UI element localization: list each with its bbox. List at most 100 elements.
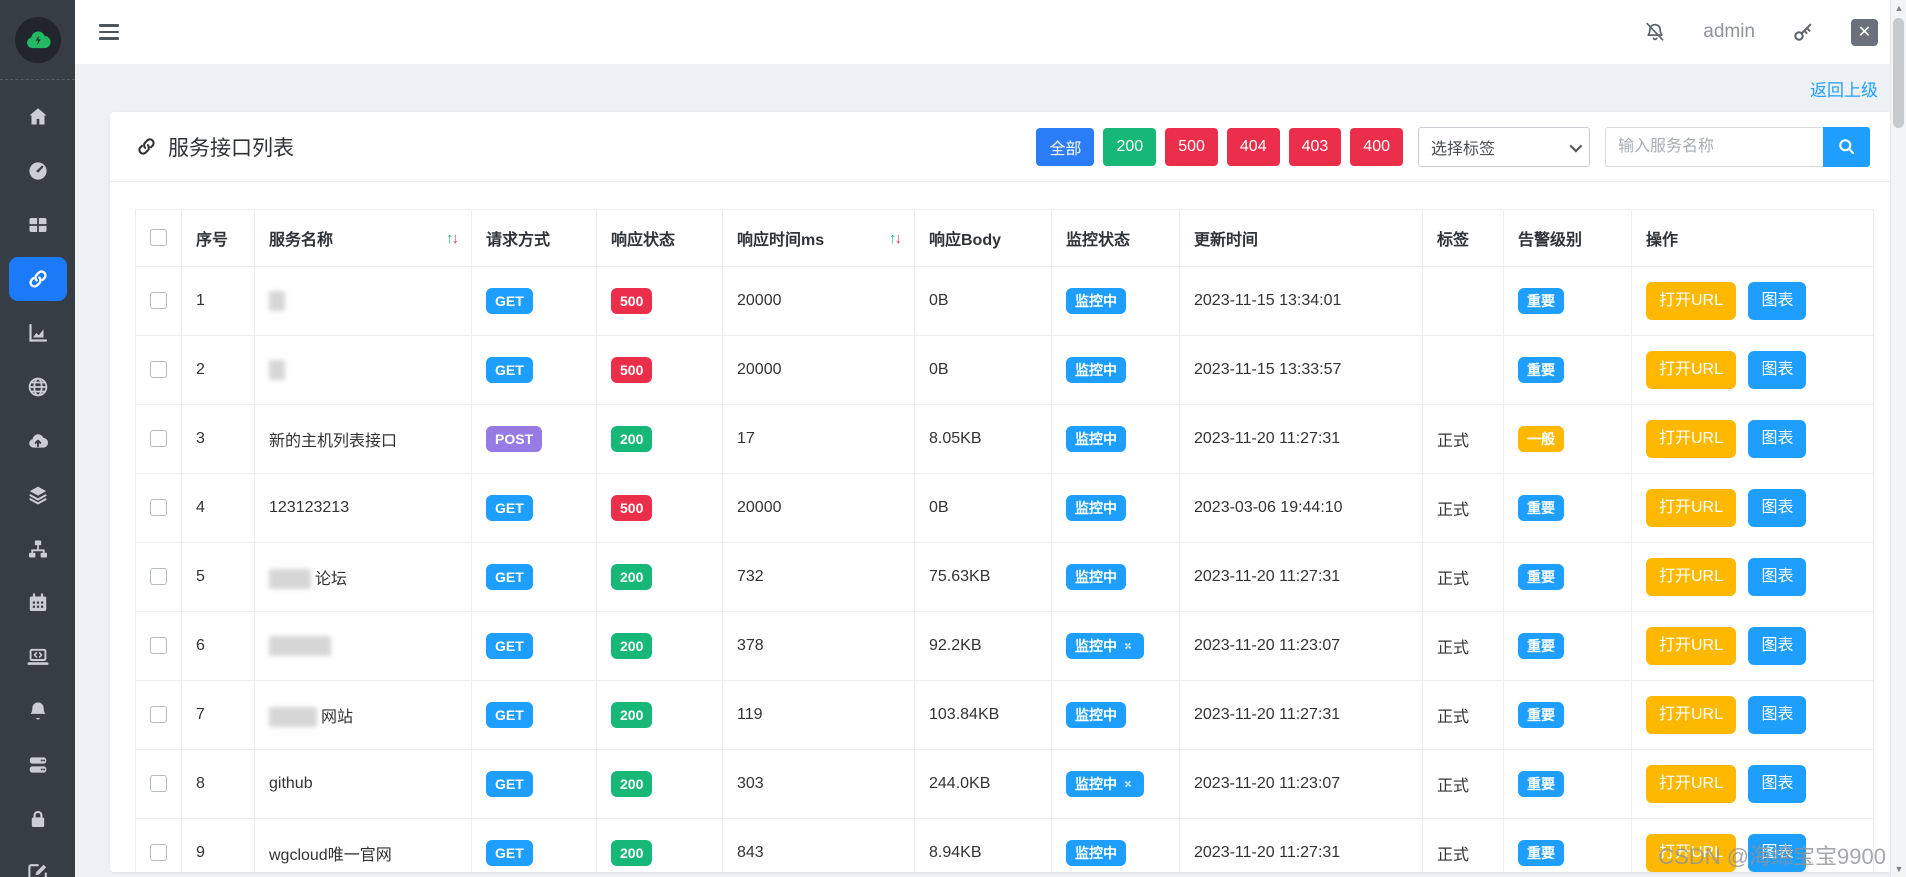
cell-service-name <box>254 611 472 681</box>
calendar-icon <box>29 593 46 611</box>
filter-200-button[interactable]: 200 <box>1103 127 1157 166</box>
fan-icon <box>1125 643 1131 649</box>
column-header: 响应状态 <box>596 209 723 267</box>
chart-button[interactable]: 图表 <box>1748 420 1807 458</box>
sidebar-item-layers[interactable] <box>0 468 75 522</box>
chart-button[interactable]: 图表 <box>1748 834 1807 872</box>
sidebar-item-dashboard[interactable] <box>0 144 75 198</box>
tag-select[interactable]: 选择标签 <box>1418 126 1590 167</box>
open-url-button[interactable]: 打开URL <box>1646 351 1737 389</box>
cell-seq: 1 <box>181 266 255 336</box>
row-checkbox[interactable] <box>150 499 167 517</box>
cell-actions: 打开URL 图表 <box>1631 335 1874 405</box>
redacted-text <box>269 636 331 656</box>
row-checkbox[interactable] <box>150 568 167 586</box>
cell-actions: 打开URL 图表 <box>1631 542 1874 612</box>
sidebar-item-globe[interactable] <box>0 360 75 414</box>
open-url-button[interactable]: 打开URL <box>1646 696 1737 734</box>
cell-seq: 9 <box>181 818 255 872</box>
cell-response-body: 244.0KB <box>914 749 1052 819</box>
chart-button[interactable]: 图表 <box>1748 627 1807 665</box>
cell-service-name: 123123213 <box>254 473 472 543</box>
sidebar-item-server[interactable] <box>0 738 75 792</box>
open-url-button[interactable]: 打开URL <box>1646 489 1737 527</box>
status-badge: 500 <box>611 287 653 315</box>
monitor-badge: 监控中 <box>1066 494 1126 522</box>
chart-button[interactable]: 图表 <box>1748 351 1807 389</box>
page-scrollbar[interactable]: ▲ ▼ <box>1890 0 1906 877</box>
chart-button[interactable]: 图表 <box>1748 696 1807 734</box>
sidebar-item-laptop-code[interactable] <box>0 630 75 684</box>
level-badge: 重要 <box>1518 287 1564 315</box>
sidebar-item-sitemap[interactable] <box>0 522 75 576</box>
scroll-up-arrow[interactable]: ▲ <box>1891 3 1906 13</box>
cell-updated: 2023-11-20 11:23:07 <box>1179 611 1423 681</box>
filter-404-button[interactable]: 404 <box>1226 127 1280 166</box>
table-row: 9 wgcloud唯一官网 GET 200 843 8.94KB 监控中 202… <box>135 818 1874 872</box>
sort-arrows[interactable]: ↑↓ <box>889 230 902 247</box>
select-all-checkbox[interactable] <box>150 229 167 247</box>
search-button[interactable] <box>1823 126 1870 167</box>
logout-button[interactable]: ✕ <box>1851 18 1878 46</box>
row-checkbox[interactable] <box>150 706 167 724</box>
back-to-parent-link[interactable]: 返回上级 <box>1810 76 1878 101</box>
chart-button[interactable]: 图表 <box>1748 489 1807 527</box>
open-url-button[interactable]: 打开URL <box>1646 282 1737 320</box>
search-input[interactable] <box>1605 126 1823 167</box>
filter-500-button[interactable]: 500 <box>1165 127 1218 166</box>
header-checkbox-cell <box>135 209 182 267</box>
sidebar-item-calendar[interactable] <box>0 576 75 630</box>
filter-all-button[interactable]: 全部 <box>1036 127 1095 166</box>
open-url-button[interactable]: 打开URL <box>1646 765 1737 803</box>
cell-seq: 3 <box>181 404 255 474</box>
menu-toggle-icon[interactable] <box>99 24 119 40</box>
sidebar-item-bell[interactable] <box>0 684 75 738</box>
level-badge: 重要 <box>1518 701 1564 729</box>
chart-button[interactable]: 图表 <box>1748 282 1807 320</box>
sidebar-item-link[interactable] <box>0 252 75 306</box>
sidebar-item-home[interactable] <box>0 90 75 144</box>
cell-tag: 正式 <box>1422 818 1504 872</box>
level-badge: 重要 <box>1518 770 1564 798</box>
cloud-logo-icon <box>26 30 51 48</box>
cell-updated: 2023-11-15 13:34:01 <box>1179 266 1423 336</box>
service-list-card: 服务接口列表 全部 200 500 404 403 400 选择标签 输入服务名… <box>110 112 1892 872</box>
user-name[interactable]: admin <box>1703 21 1755 43</box>
cell-updated: 2023-11-20 11:27:31 <box>1179 680 1423 750</box>
sidebar-item-edit[interactable] <box>0 846 75 877</box>
table-row: 4 123123213 GET 500 20000 0B 监控中 2023-03… <box>135 473 1874 543</box>
column-header: 请求方式 <box>471 209 597 267</box>
cell-tag <box>1422 335 1504 405</box>
row-checkbox[interactable] <box>150 775 167 793</box>
row-checkbox[interactable] <box>150 430 167 448</box>
filter-400-button[interactable]: 400 <box>1350 127 1403 166</box>
redacted-text <box>269 707 317 728</box>
method-badge: POST <box>486 425 543 453</box>
open-url-button[interactable]: 打开URL <box>1646 834 1737 872</box>
sidebar-item-chart[interactable] <box>0 306 75 360</box>
row-checkbox[interactable] <box>150 292 167 310</box>
chart-button[interactable]: 图表 <box>1748 765 1807 803</box>
sort-arrows[interactable]: ↑↓ <box>446 230 459 247</box>
sidebar-item-cloud-upload[interactable] <box>0 414 75 468</box>
row-checkbox[interactable] <box>150 844 167 862</box>
scroll-down-arrow[interactable]: ▼ <box>1891 864 1906 874</box>
filter-403-button[interactable]: 403 <box>1288 127 1342 166</box>
chart-button[interactable]: 图表 <box>1748 558 1807 596</box>
open-url-button[interactable]: 打开URL <box>1646 558 1737 596</box>
cell-response-body: 0B <box>914 473 1052 543</box>
open-url-button[interactable]: 打开URL <box>1646 420 1737 458</box>
row-checkbox[interactable] <box>150 361 167 379</box>
sidebar-item-lock[interactable] <box>0 792 75 846</box>
open-url-button[interactable]: 打开URL <box>1646 627 1737 665</box>
key-icon[interactable] <box>1791 20 1815 44</box>
monitor-badge: 监控中 <box>1066 356 1126 384</box>
bell-slash-icon[interactable] <box>1643 20 1667 44</box>
level-badge: 重要 <box>1518 563 1564 591</box>
scrollbar-thumb[interactable] <box>1893 18 1904 128</box>
sidebar-nav <box>0 80 75 877</box>
cell-response-time: 119 <box>722 680 915 750</box>
row-checkbox[interactable] <box>150 637 167 655</box>
page-title: 服务接口列表 <box>135 132 294 162</box>
sidebar-item-grid[interactable] <box>0 198 75 252</box>
